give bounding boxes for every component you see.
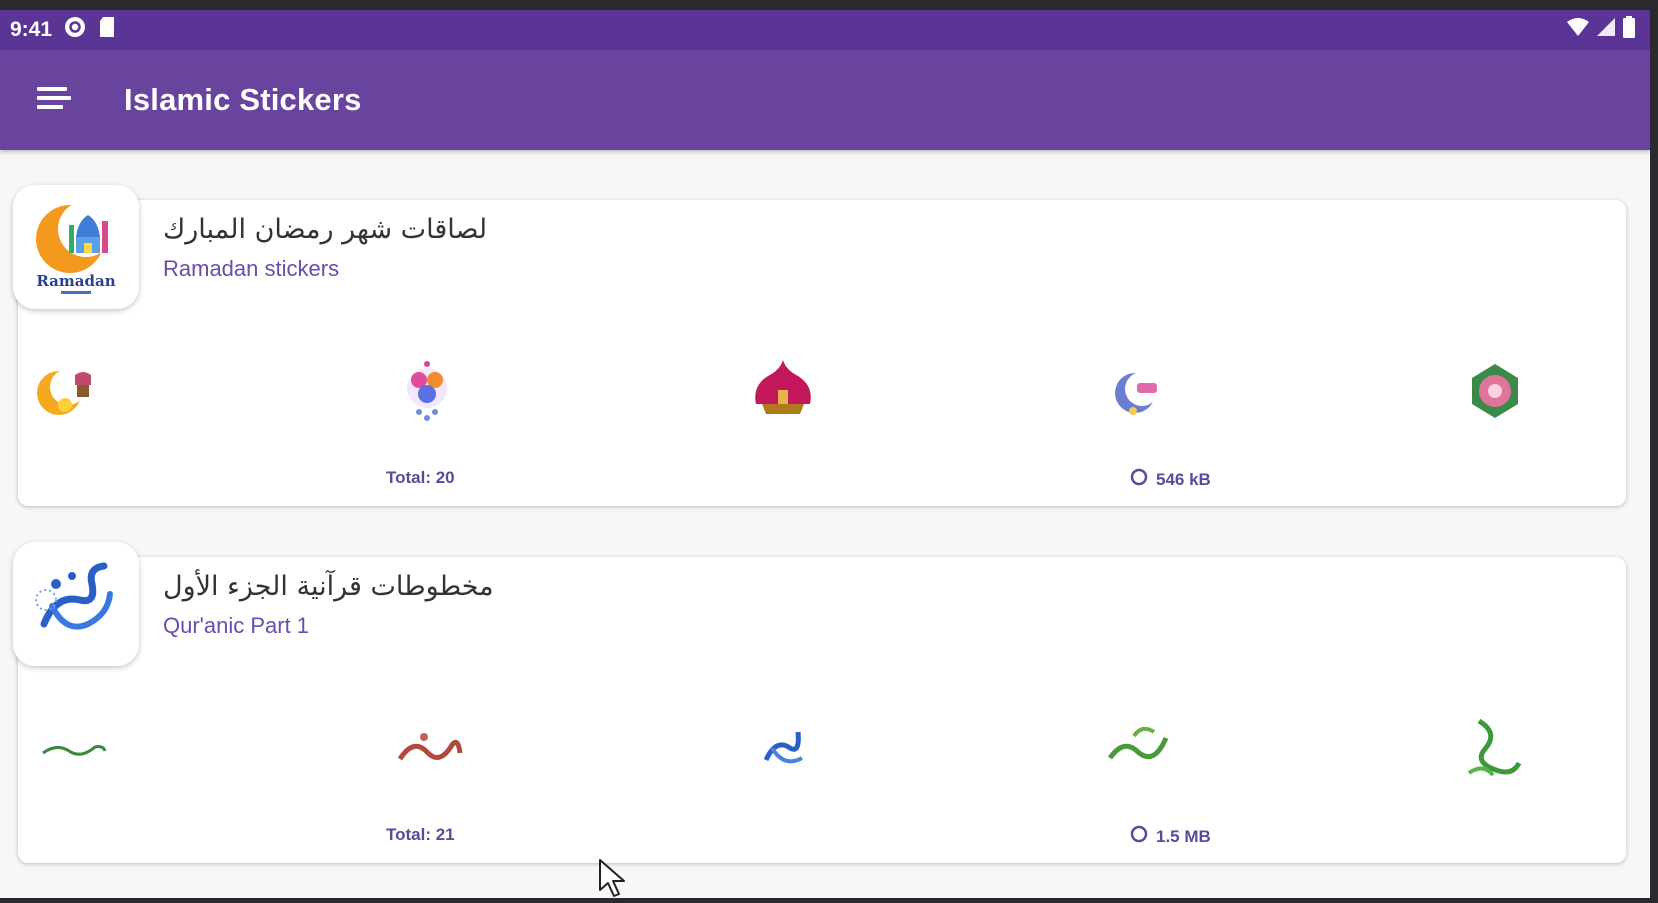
calligraphy-green-sticker[interactable] (1101, 710, 1177, 786)
app-bar: Islamic Stickers (0, 50, 1650, 150)
sticker-pack-card[interactable]: مخطوطات قرآنية الجزء الأول Qur'anic Part… (13, 542, 1626, 863)
calligraphy-blue-sticker[interactable] (746, 710, 822, 786)
pack-tray-icon[interactable]: Ramadan (13, 185, 139, 309)
sticker-pack-card[interactable]: Ramadan لصاقات شهر رمضان المبارك Ramadan… (13, 185, 1626, 506)
pack-tray-icon[interactable] (13, 542, 139, 666)
mouse-pointer-icon (598, 858, 632, 903)
sticker-preview-row (18, 702, 1626, 792)
pack-size-label: 1.5 MB (1156, 826, 1211, 846)
pack-publisher: Ramadan stickers (163, 256, 340, 281)
signal-icon (1596, 17, 1616, 43)
sticker-preview-row (18, 345, 1626, 435)
calligraphy-line-sticker[interactable] (36, 710, 112, 786)
pack-footer: Total: 20 546 kB (18, 468, 1626, 490)
app-title: Islamic Stickers (124, 82, 362, 117)
floral-lantern-sticker[interactable] (1457, 353, 1533, 429)
crescent-lantern-sticker[interactable] (32, 353, 108, 429)
pack-footer: Total: 21 1.5 MB (18, 825, 1626, 847)
menu-button[interactable] (26, 72, 82, 128)
size-circle-icon (1130, 825, 1148, 848)
sync-icon (64, 16, 86, 44)
crescent-moon-sticker[interactable] (1101, 353, 1177, 429)
menu-icon (37, 84, 71, 117)
sticker-count: Total: 21 (386, 825, 455, 844)
pack-size: 546 kB (1130, 468, 1211, 491)
sd-card-icon (98, 16, 116, 44)
wifi-icon (1566, 17, 1590, 43)
mosque-dome-sticker[interactable] (745, 353, 821, 429)
pack-publisher: Qur'anic Part 1 (163, 613, 310, 638)
battery-icon (1622, 16, 1636, 44)
calligraphy-red-sticker[interactable] (391, 710, 467, 786)
calligraphy-green-vertical-sticker[interactable] (1454, 710, 1530, 786)
pack-size-label: 546 kB (1156, 469, 1211, 489)
pack-name: مخطوطات قرآنية الجزء الأول (163, 571, 494, 602)
pack-size: 1.5 MB (1130, 825, 1211, 848)
status-bar: 9:41 (0, 10, 1650, 50)
lantern-flowers-sticker[interactable] (389, 353, 465, 429)
size-circle-icon (1130, 468, 1148, 491)
svg-text:Ramadan: Ramadan (36, 272, 115, 290)
app-screen: 9:41 Islamic Stickers Ramadan لصاقات شهر… (0, 10, 1650, 898)
status-time: 9:41 (10, 18, 53, 41)
pack-name: لصاقات شهر رمضان المبارك (163, 214, 488, 245)
sticker-count: Total: 20 (386, 468, 455, 487)
